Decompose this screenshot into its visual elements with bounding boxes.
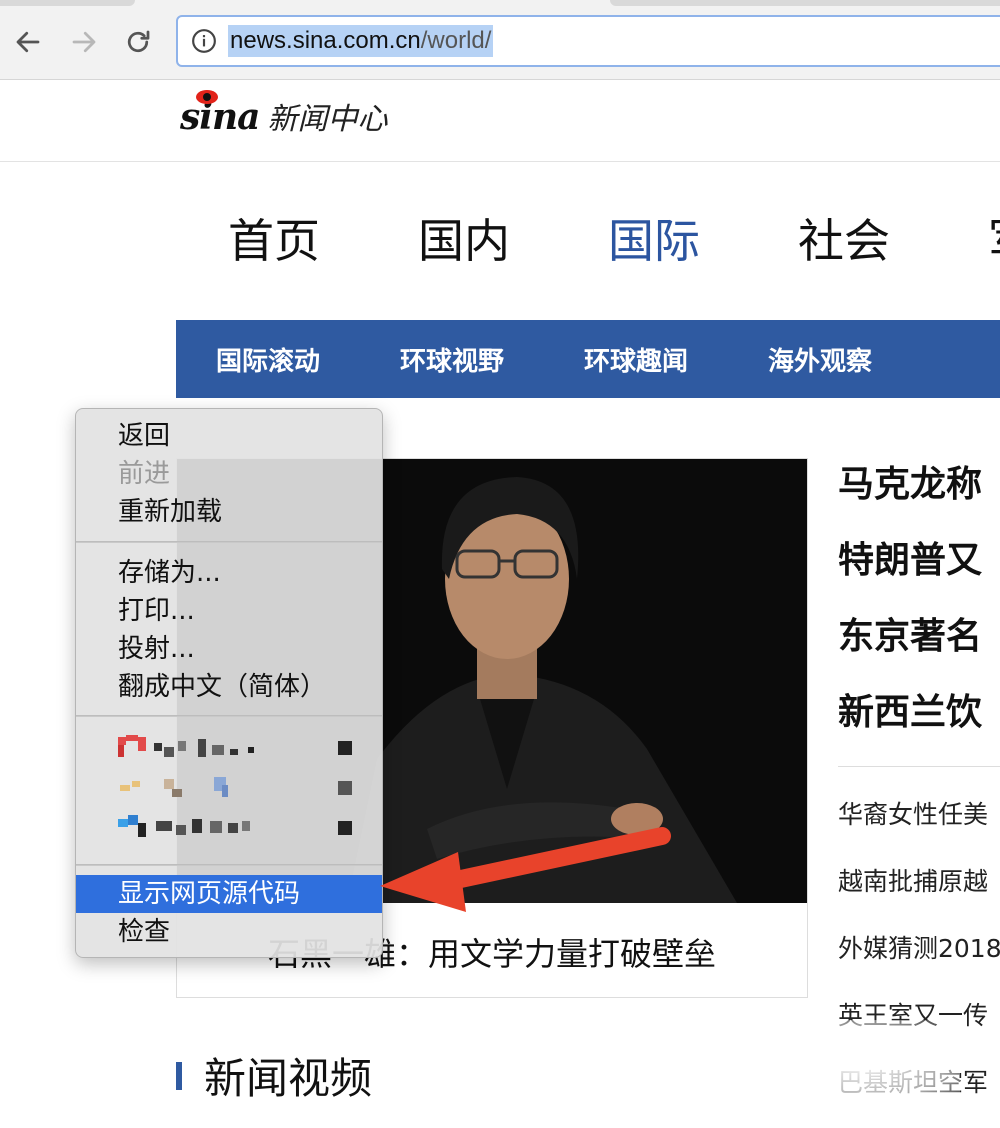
news-list-item[interactable]: 外媒猜测2018: [838, 929, 1000, 996]
menu-item-back[interactable]: 返回: [76, 417, 382, 455]
context-menu: 返回 前进 重新加载 存储为... 打印... 投射... 翻成中文（简体） 显…: [75, 408, 383, 958]
headline-item[interactable]: 马克龙称: [838, 460, 1000, 536]
forward-icon: [72, 31, 96, 53]
menu-item-inspect[interactable]: 检查: [76, 913, 382, 951]
sina-logo[interactable]: sina 新闻中心: [180, 90, 388, 138]
sub-nav: 国际滚动 环球视野 环球趣闻 海外观察: [176, 320, 1000, 398]
sub-nav-item[interactable]: 环球视野: [400, 341, 504, 378]
reload-button[interactable]: [118, 22, 158, 62]
main-nav-item-world[interactable]: 国际: [608, 205, 700, 271]
pixelated-extension-icon: [118, 815, 250, 837]
menu-separator: [76, 541, 382, 543]
menu-item-extension[interactable]: [118, 815, 358, 841]
sina-eye-icon: [196, 90, 218, 104]
address-bar[interactable]: news.sina.com.cn/world/: [176, 15, 1000, 67]
divider: [838, 766, 1000, 767]
url-path: /world/: [420, 27, 492, 54]
main-nav-item-society[interactable]: 社会: [798, 205, 890, 271]
watermark-blur: [760, 1020, 960, 1110]
sub-nav-item[interactable]: 环球趣闻: [584, 341, 688, 378]
pixelated-extension-icon: [118, 735, 254, 757]
info-icon[interactable]: [190, 27, 218, 55]
news-list-item[interactable]: 华裔女性任美: [838, 795, 1000, 862]
menu-item-save-as[interactable]: 存储为...: [76, 554, 382, 592]
menu-item-translate[interactable]: 翻成中文（简体）: [76, 668, 382, 706]
forward-button[interactable]: [64, 22, 104, 62]
news-list-item[interactable]: 越南批捕原越: [838, 862, 1000, 929]
section-marker: [176, 1061, 182, 1090]
pixelated-extension-icon: [120, 777, 228, 797]
menu-separator: [76, 715, 382, 717]
back-button[interactable]: [8, 22, 48, 62]
sub-nav-item[interactable]: 国际滚动: [216, 341, 320, 378]
video-section-header: 新闻视频: [176, 1045, 372, 1106]
reload-icon: [127, 30, 150, 53]
submenu-arrow-icon: [338, 821, 352, 835]
url-text[interactable]: news.sina.com.cn/world/: [228, 25, 494, 57]
menu-item-extension[interactable]: [118, 775, 358, 801]
sub-nav-item[interactable]: 海外观察: [768, 341, 872, 378]
menu-item-print[interactable]: 打印...: [76, 592, 382, 630]
headline-item[interactable]: 特朗普又: [838, 536, 1000, 612]
annotation-arrow-icon: [380, 827, 671, 912]
main-nav-item-domestic[interactable]: 国内: [418, 205, 510, 271]
url-host: news.sina.com.cn: [230, 27, 421, 54]
site-header: sina 新闻中心: [0, 80, 1000, 162]
main-nav-item-home[interactable]: 首页: [228, 205, 320, 271]
browser-toolbar: news.sina.com.cn/world/: [0, 0, 1000, 80]
headline-item[interactable]: 新西兰饮: [838, 688, 1000, 764]
browser-tab[interactable]: [610, 0, 1000, 6]
browser-tab[interactable]: [0, 0, 135, 6]
menu-item-reload[interactable]: 重新加载: [76, 493, 382, 531]
back-icon: [16, 31, 40, 53]
menu-separator: [76, 864, 382, 866]
main-nav: 首页 国内 国际 社会 军: [228, 205, 1000, 271]
submenu-arrow-icon: [338, 741, 352, 755]
menu-item-cast[interactable]: 投射...: [76, 630, 382, 668]
headline-list: 马克龙称 特朗普又 东京著名 新西兰饮: [838, 460, 1000, 764]
logo-brand: sina: [180, 90, 260, 138]
menu-item-forward: 前进: [118, 459, 171, 489]
headline-item[interactable]: 东京著名: [838, 612, 1000, 688]
menu-item-extension[interactable]: [118, 735, 358, 761]
video-section-title: 新闻视频: [204, 1054, 373, 1103]
submenu-arrow-icon: [338, 781, 352, 795]
logo-text: 新闻中心: [267, 102, 388, 137]
main-nav-item-partial[interactable]: 军: [988, 205, 1000, 271]
menu-item-view-source[interactable]: 显示网页源代码: [76, 875, 382, 913]
